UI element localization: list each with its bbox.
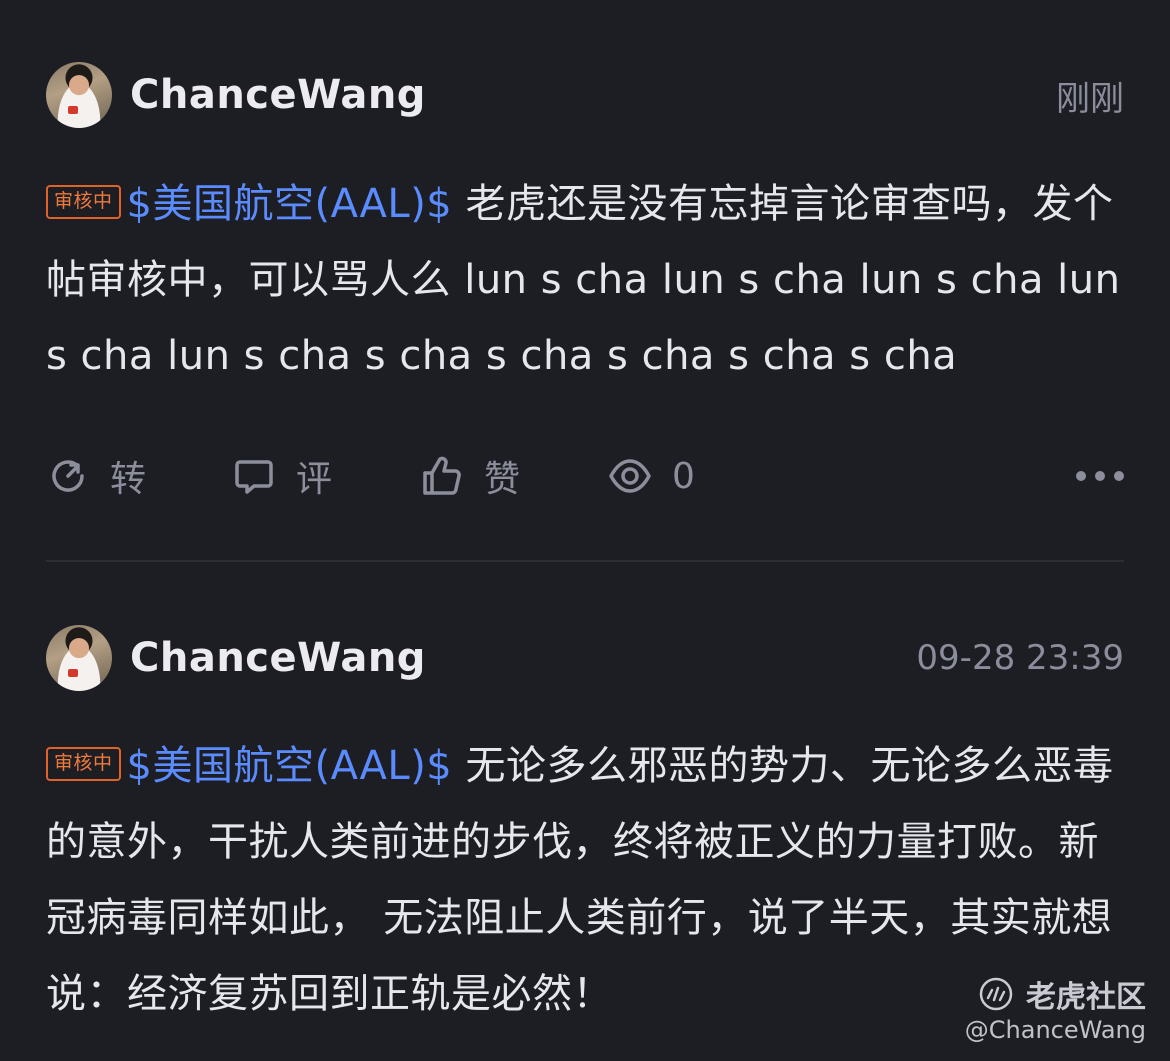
watermark-brand: 老虎社区	[978, 972, 1146, 1016]
username[interactable]: ChanceWang	[130, 635, 426, 681]
ticker-link[interactable]: $美国航空(AAL)$	[127, 743, 453, 789]
post-content[interactable]: 审核中 $美国航空(AAL)$ 无论多么邪恶的势力、无论多么恶毒的意外，干扰人类前…	[46, 728, 1124, 1032]
watermark-handle: @ChanceWang	[964, 1016, 1146, 1044]
post-card[interactable]: ChanceWang 09-28 23:39 审核中 $美国航空(AAL)$ 无论…	[0, 0, 1170, 1061]
post-time: 09-28 23:39	[916, 638, 1124, 678]
tiger-logo-icon	[979, 977, 1013, 1011]
review-status-badge: 审核中	[46, 747, 121, 781]
watermark-brand-text: 老虎社区	[1026, 980, 1146, 1015]
post-header: ChanceWang 09-28 23:39	[46, 623, 1124, 693]
avatar[interactable]	[46, 625, 112, 691]
